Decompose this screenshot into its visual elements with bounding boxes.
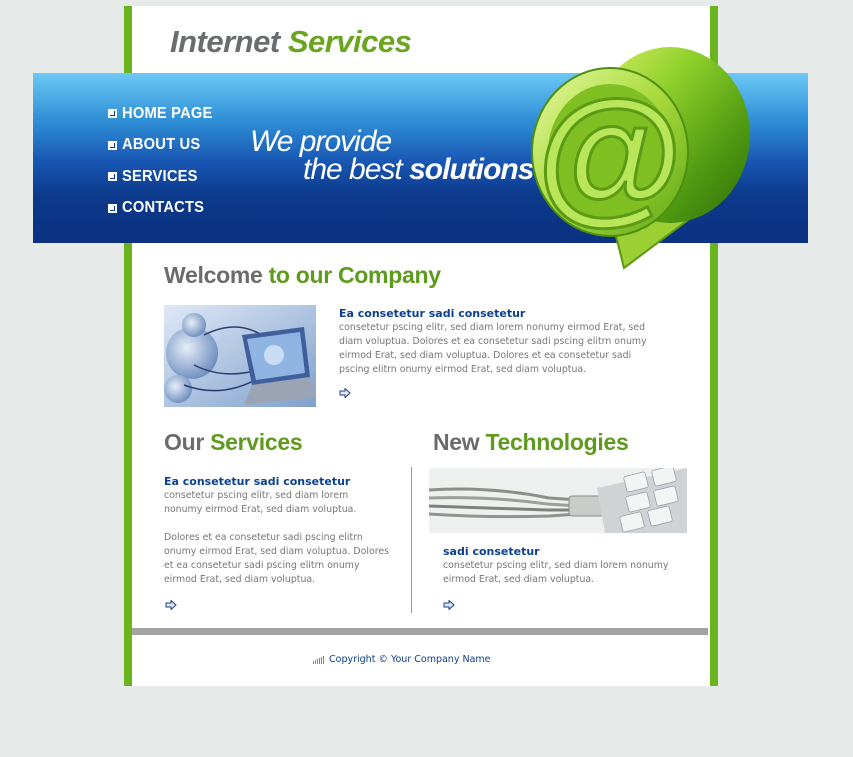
signal-bars-icon (313, 655, 324, 664)
logo-text-services: Services (287, 24, 412, 59)
nav-label-services: SERVICES (122, 167, 198, 185)
copyright-text: Copyright © Your Company Name (329, 654, 491, 665)
tagline-line-2: the best (303, 153, 410, 186)
at-symbol-icon: @ (492, 40, 757, 275)
cable-keyboard-image (429, 468, 687, 533)
technologies-text: consetetur pscing elitr, sed diam lorem … (443, 560, 669, 585)
nav-label-about: ABOUT US (122, 136, 201, 154)
nav-item-home[interactable]: HOME PAGE (108, 98, 220, 130)
technologies-heading-gray: New (433, 429, 480, 455)
nav-item-about[interactable]: ABOUT US (108, 130, 220, 162)
column-divider (411, 467, 412, 613)
nav-item-contacts[interactable]: CONTACTS (108, 193, 220, 225)
banner-tagline: We provide the best solutions (250, 127, 534, 186)
footer-bar (132, 628, 708, 635)
read-more-arrow-icon[interactable] (339, 388, 351, 398)
services-text-1: consetetur pscing elitr, sed diam lorem … (164, 490, 357, 515)
arrow-bullet-icon (108, 109, 117, 119)
site-logo[interactable]: Internet Services (170, 24, 412, 60)
main-nav: HOME PAGE ABOUT US SERVICES CONTACTS (108, 98, 220, 224)
services-heading-gray: Our (164, 429, 204, 455)
technologies-heading: New Technologies (433, 429, 629, 456)
svg-text:@: @ (537, 69, 683, 237)
welcome-heading: Welcome to our Company (164, 262, 441, 289)
nav-label-contacts: CONTACTS (122, 199, 205, 217)
logo-text-internet: Internet (170, 24, 280, 59)
nav-label-home: HOME PAGE (122, 104, 213, 122)
globe-laptop-image (164, 305, 316, 407)
arrow-bullet-icon (108, 140, 117, 150)
read-more-arrow-icon[interactable] (443, 600, 455, 610)
technologies-subtitle: sadi consetetur (443, 545, 540, 558)
arrow-bullet-icon (108, 172, 117, 182)
services-heading: Our Services (164, 429, 303, 456)
welcome-heading-green: to our Company (268, 262, 441, 288)
technologies-heading-green: Technologies (485, 429, 629, 455)
welcome-text: consetetur pscing elitr, sed diam lorem … (339, 322, 647, 375)
read-more-arrow-icon[interactable] (165, 600, 177, 610)
footer-copyright: Copyright © Your Company Name (313, 654, 491, 665)
arrow-bullet-icon (108, 203, 117, 213)
welcome-heading-gray: Welcome (164, 262, 263, 288)
services-subtitle: Ea consetetur sadi consetetur (164, 475, 351, 488)
services-text-2: Dolores et ea consetetur sadi pscing eli… (164, 532, 389, 585)
welcome-subtitle: Ea consetetur sadi consetetur (339, 307, 526, 320)
nav-item-services[interactable]: SERVICES (108, 161, 220, 193)
services-heading-green: Services (210, 429, 303, 455)
